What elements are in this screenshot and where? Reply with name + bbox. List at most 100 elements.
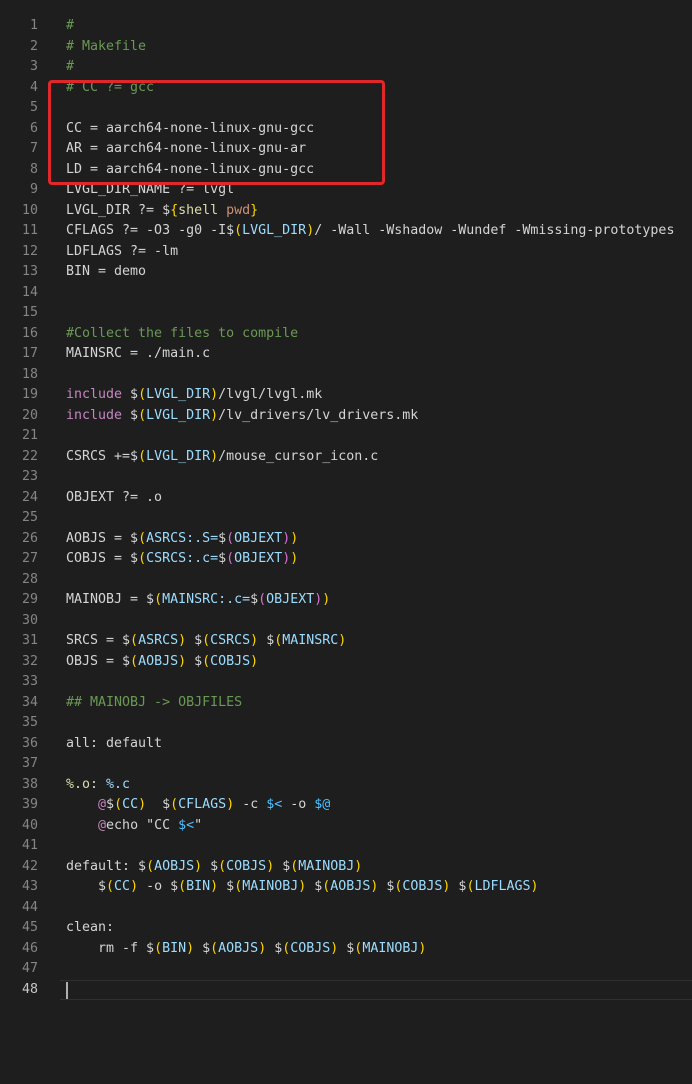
code-token: LDFLAGS xyxy=(474,879,531,894)
code-token: ( xyxy=(234,223,243,238)
code-line[interactable]: 40 @echo "CC $<" xyxy=(0,816,692,837)
code-token: #Collect the files to compile xyxy=(66,325,299,341)
code-token: $ xyxy=(218,879,235,894)
code-token: ) xyxy=(210,879,219,894)
code-line[interactable]: 20 include $(LVGL_DIR)/lv_drivers/lv_driv… xyxy=(0,406,692,427)
code-token: $ xyxy=(266,940,283,956)
code-line[interactable]: 48 xyxy=(0,979,692,1001)
code-token: $ xyxy=(306,879,323,894)
code-token: ( xyxy=(114,797,123,812)
code-line[interactable]: 24 OBJEXT ?= .o xyxy=(0,488,692,509)
line-code: LDFLAGS ?= -lm xyxy=(66,242,178,263)
code-line[interactable]: 14 xyxy=(0,283,692,304)
code-token: $ xyxy=(450,879,467,894)
code-token: $ xyxy=(162,202,171,218)
code-line[interactable]: 1 # xyxy=(0,16,692,37)
code-token: ) xyxy=(210,387,219,402)
code-line[interactable]: 2 # Makefile xyxy=(0,37,692,58)
code-token: : xyxy=(90,776,107,792)
code-token: " xyxy=(194,817,203,833)
code-token: LDFLAGS ?= -lm xyxy=(66,243,179,259)
line-number: 3 xyxy=(29,59,38,74)
code-line[interactable]: 10 LVGL_DIR ?= ${shell pwd} xyxy=(0,201,692,222)
code-line[interactable]: 15 xyxy=(0,303,692,324)
line-number: 2 xyxy=(29,38,38,54)
line-number: 35 xyxy=(21,715,38,730)
code-line[interactable]: 39 @$(CC) $(CFLAGS) -c $< -o $@ xyxy=(0,795,692,816)
code-line[interactable]: 34 ## MAINOBJ -> OBJFILES xyxy=(0,693,692,714)
code-token: MAINOBJ xyxy=(298,858,355,874)
code-line[interactable]: 35 xyxy=(0,713,692,734)
line-number: 36 xyxy=(21,735,38,751)
code-token: $ xyxy=(146,797,171,812)
line-code: COBJS = $(CSRCS:.c=$(OBJEXT)) xyxy=(66,549,298,570)
code-token: BIN xyxy=(162,940,187,956)
code-token: ) xyxy=(418,940,427,956)
code-token: all: default xyxy=(66,735,163,751)
code-line[interactable]: 29 MAINOBJ = $(MAINSRC:.c=$(OBJEXT)) xyxy=(0,590,692,611)
line-number: 15 xyxy=(21,305,38,320)
code-line[interactable]: 3 # xyxy=(0,57,692,78)
line-number: 43 xyxy=(21,879,38,894)
code-line[interactable]: 16 #Collect the files to compile xyxy=(0,324,692,345)
code-token: CSRCS xyxy=(210,633,251,648)
code-token: $ xyxy=(226,223,235,238)
code-line[interactable]: 26 AOBJS = $(ASRCS:.S=$(OBJEXT)) xyxy=(0,529,692,550)
code-token: shell xyxy=(178,202,219,218)
line-number: 47 xyxy=(21,961,38,976)
code-line[interactable]: 41 xyxy=(0,836,692,857)
code-line[interactable]: 46 rm -f $(BIN) $(AOBJS) $(COBJS) $(MAIN… xyxy=(0,939,692,960)
code-line[interactable]: 38 %.o: %.c xyxy=(0,775,692,796)
code-line[interactable]: 22 CSRCS +=$(LVGL_DIR)/mouse_cursor_icon.… xyxy=(0,447,692,468)
code-token: COBJS = $ xyxy=(66,551,139,566)
code-token: echo "CC xyxy=(106,817,179,833)
code-line[interactable]: 32 OBJS = $(AOBJS) $(COBJS) xyxy=(0,652,692,673)
line-number: 30 xyxy=(21,612,38,628)
line-number: 16 xyxy=(21,325,38,341)
code-line[interactable]: 25 xyxy=(0,508,692,529)
code-line[interactable]: 27 COBJS = $(CSRCS:.c=$(OBJEXT)) xyxy=(0,549,692,570)
code-line[interactable]: 42 default: $(AOBJS) $(COBJS) $(MAINOBJ) xyxy=(0,857,692,878)
code-line[interactable]: 23 xyxy=(0,467,692,488)
line-number: 31 xyxy=(21,633,38,648)
code-line[interactable]: 13 BIN = demo xyxy=(0,262,692,283)
code-line[interactable]: 44 xyxy=(0,898,692,919)
code-token: ) xyxy=(290,551,299,566)
code-token: $ xyxy=(338,940,355,956)
code-line[interactable]: 18 xyxy=(0,365,692,386)
line-code: OBJEXT ?= .o xyxy=(66,488,162,509)
line-number: 12 xyxy=(21,243,38,259)
code-line[interactable]: 21 xyxy=(0,426,692,447)
code-line[interactable]: 36 all: default xyxy=(0,734,692,755)
line-number: 1 xyxy=(29,18,38,33)
code-line[interactable]: 30 xyxy=(0,611,692,632)
code-token: $< xyxy=(178,817,195,833)
code-token: AOBJS xyxy=(154,858,195,874)
code-token: ( xyxy=(130,653,139,669)
code-token: MAINOBJ xyxy=(242,879,299,894)
code-line[interactable]: 47 xyxy=(0,959,692,980)
code-token: @ xyxy=(98,797,107,812)
code-token: ) xyxy=(210,448,219,464)
code-line[interactable]: 37 xyxy=(0,754,692,775)
code-line[interactable]: 31 SRCS = $(ASRCS) $(CSRCS) $(MAINSRC) xyxy=(0,631,692,652)
code-line[interactable]: 43 $(CC) -o $(BIN) $(MAINOBJ) $(AOBJS) $… xyxy=(0,877,692,898)
code-token: OBJEXT xyxy=(234,530,283,546)
code-line[interactable]: 17 MAINSRC = ./main.c xyxy=(0,344,692,365)
code-line[interactable]: 19 include $(LVGL_DIR)/lvgl/lvgl.mk xyxy=(0,385,692,406)
line-code: AOBJS = $(ASRCS:.S=$(OBJEXT)) xyxy=(66,529,298,550)
code-line[interactable]: 28 xyxy=(0,570,692,591)
line-number: 44 xyxy=(21,899,38,915)
line-number: 13 xyxy=(21,264,38,279)
code-line[interactable]: 12 LDFLAGS ?= -lm xyxy=(0,242,692,263)
line-number: 10 xyxy=(21,202,38,218)
code-token: OBJEXT xyxy=(266,592,315,607)
code-token: ( xyxy=(210,940,219,956)
code-token: LVGL_DIR xyxy=(146,407,211,423)
code-line[interactable]: 11 CFLAGS ?= -O3 -g0 -I$(LVGL_DIR)/ -Wall… xyxy=(0,221,692,242)
line-number: 18 xyxy=(21,366,38,382)
code-token: $< xyxy=(266,797,283,812)
code-token: BIN = demo xyxy=(66,264,147,279)
code-line[interactable]: 45 clean: xyxy=(0,918,692,939)
code-line[interactable]: 33 xyxy=(0,672,692,693)
